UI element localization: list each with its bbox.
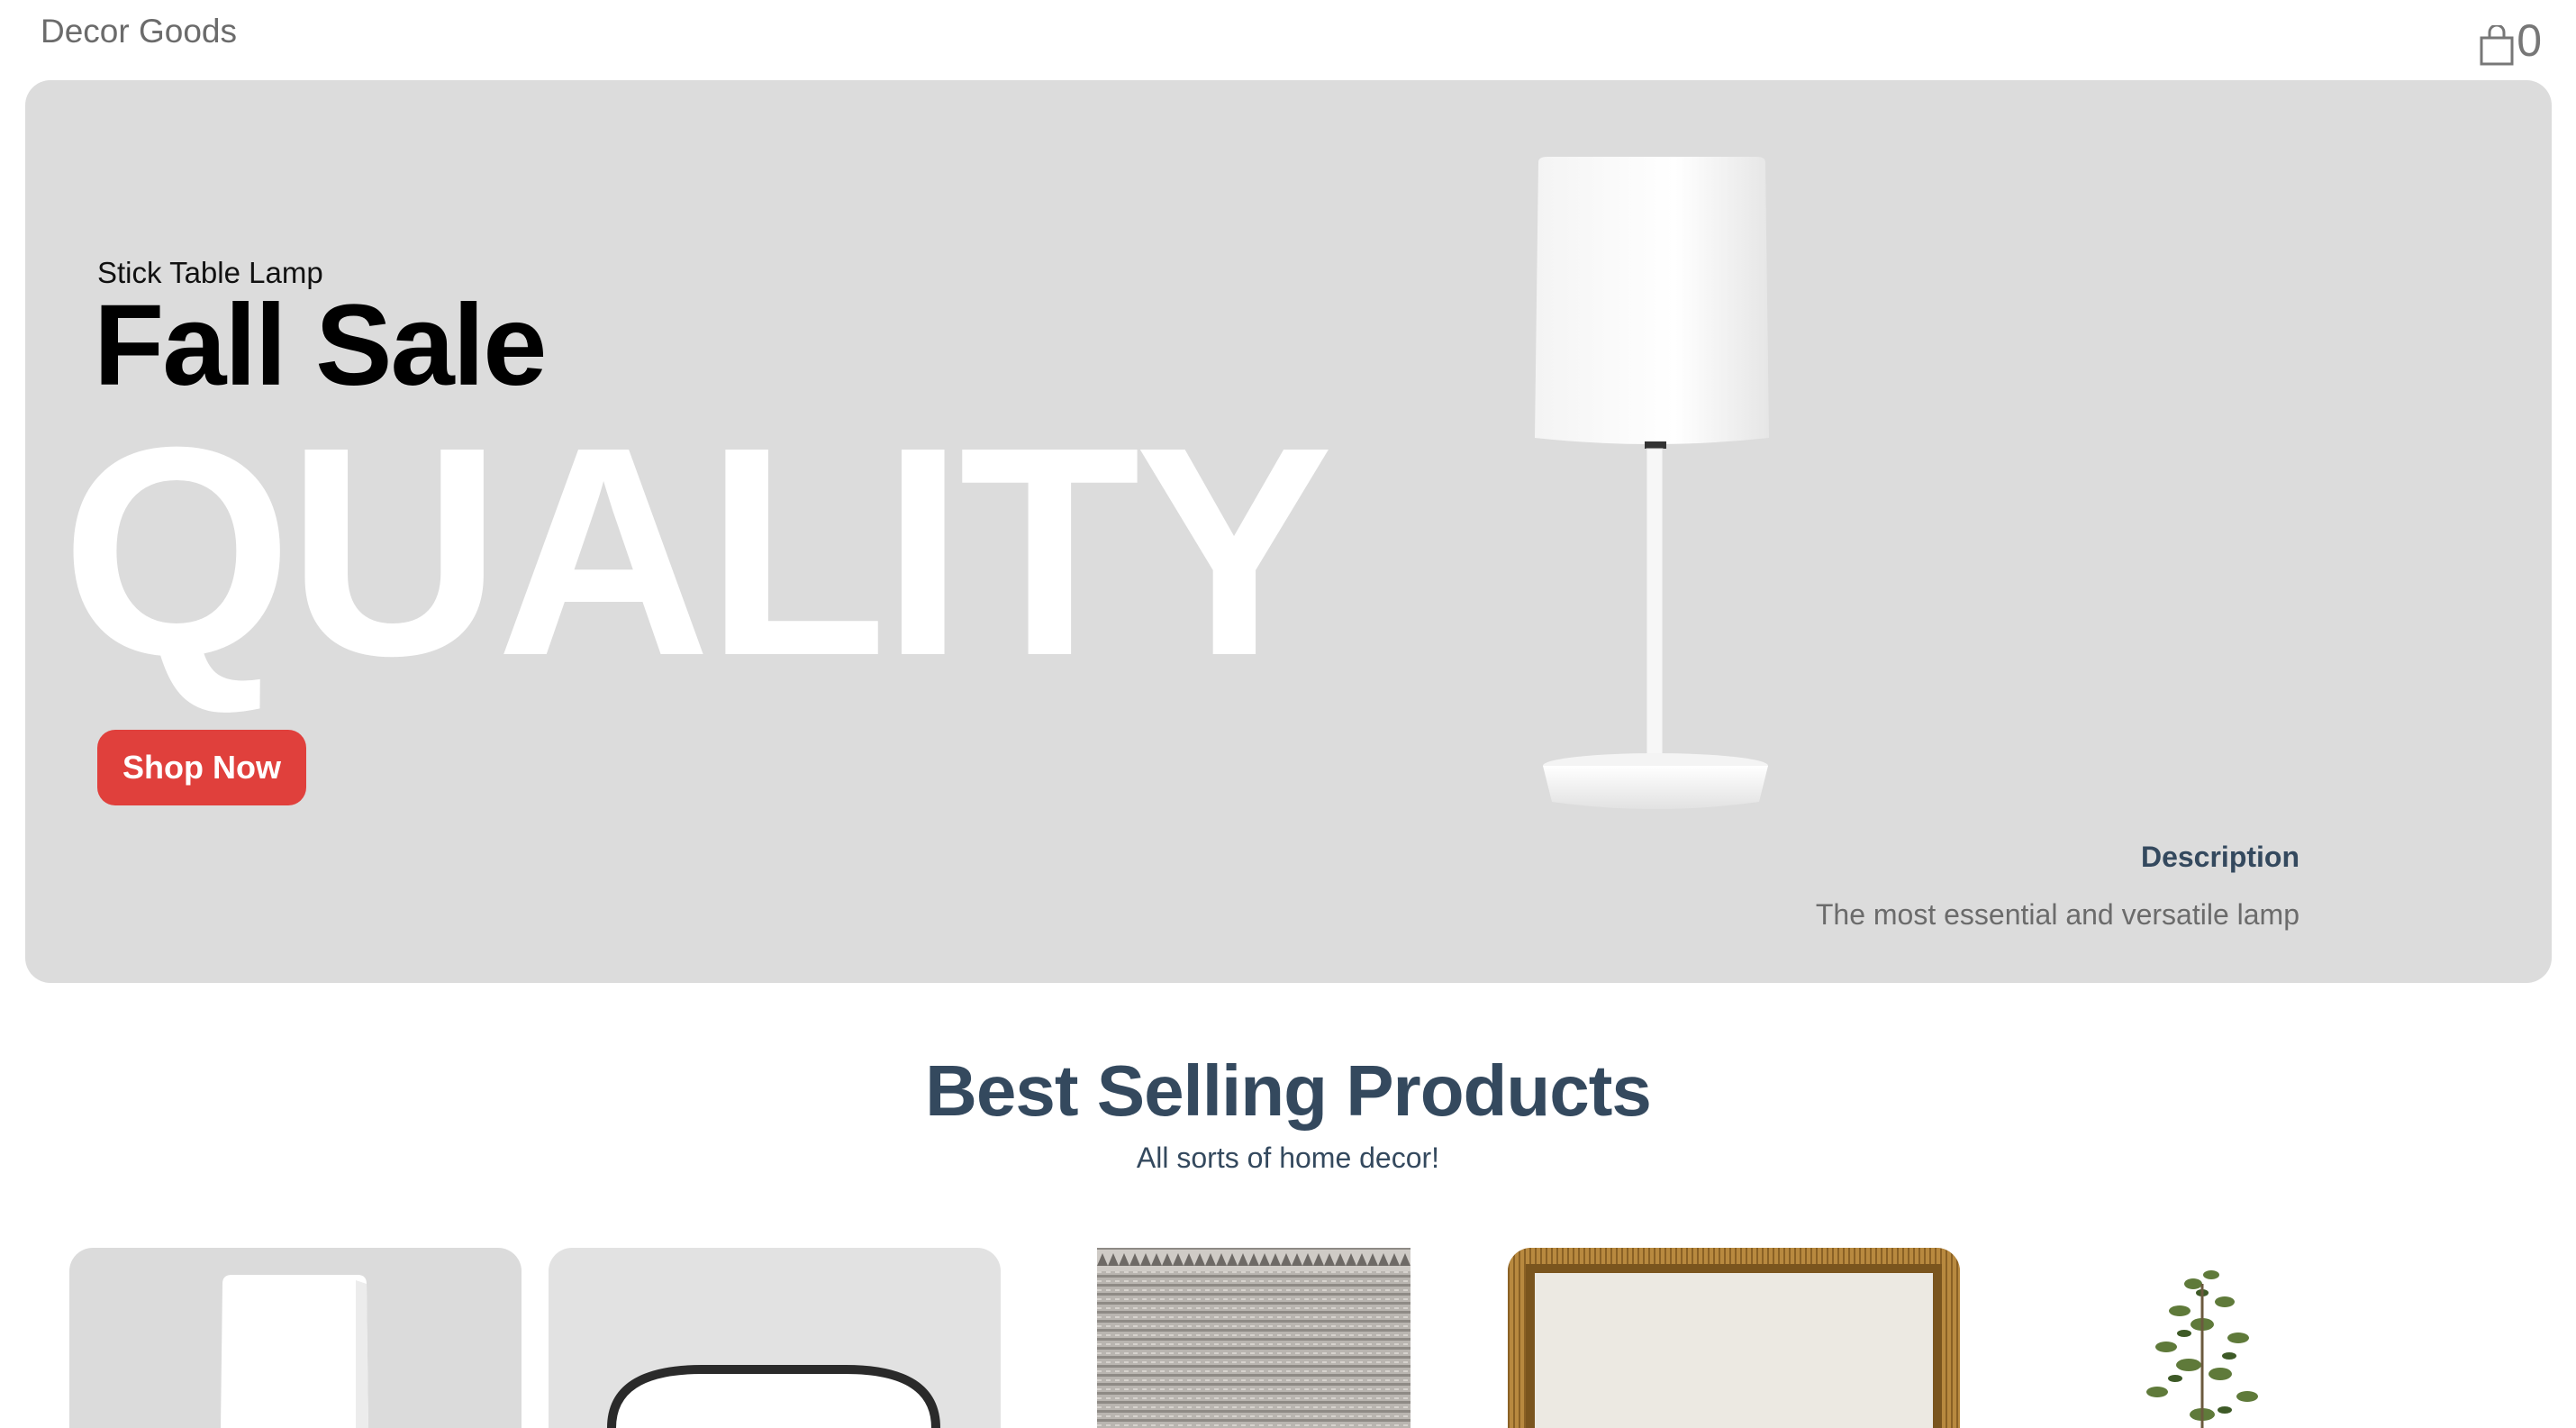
top-navigation: Decor Goods 0: [0, 0, 2576, 79]
product-card-framed-art[interactable]: [1508, 1248, 1960, 1428]
round-mirror-thumbnail: [607, 1365, 940, 1428]
product-card-rug[interactable]: [1097, 1248, 1410, 1428]
gold-framed-art-thumbnail: [1508, 1248, 1960, 1428]
hero-banner: QUALITY Stick Table Lamp Fall Sale Shop …: [25, 80, 2552, 983]
shopping-bag-icon: [2480, 25, 2514, 66]
cart-button[interactable]: 0: [2479, 13, 2542, 67]
table-lamp-thumbnail: [221, 1275, 368, 1428]
shop-now-button[interactable]: Shop Now: [97, 730, 306, 805]
cart-count: 0: [2517, 15, 2542, 66]
product-card-mirror[interactable]: [549, 1248, 1001, 1428]
potted-olive-tree-thumbnail: [2146, 1270, 2258, 1428]
description-text: The most essential and versatile lamp: [1815, 898, 2299, 931]
section-title: Best Selling Products: [925, 1051, 1652, 1131]
hero-title: Fall Sale: [94, 281, 547, 410]
description-title: Description: [2140, 841, 2299, 873]
section-subtitle: All sorts of home decor!: [1136, 1141, 1440, 1174]
store-logo[interactable]: Decor Goods: [41, 13, 237, 50]
table-lamp-image: [1535, 157, 1769, 809]
hero-background-word: QUALITY: [61, 385, 1333, 717]
product-card-plant[interactable]: [2009, 1248, 2459, 1428]
product-card-lamp[interactable]: [69, 1248, 522, 1428]
woven-rug-thumbnail: [1097, 1248, 1410, 1428]
